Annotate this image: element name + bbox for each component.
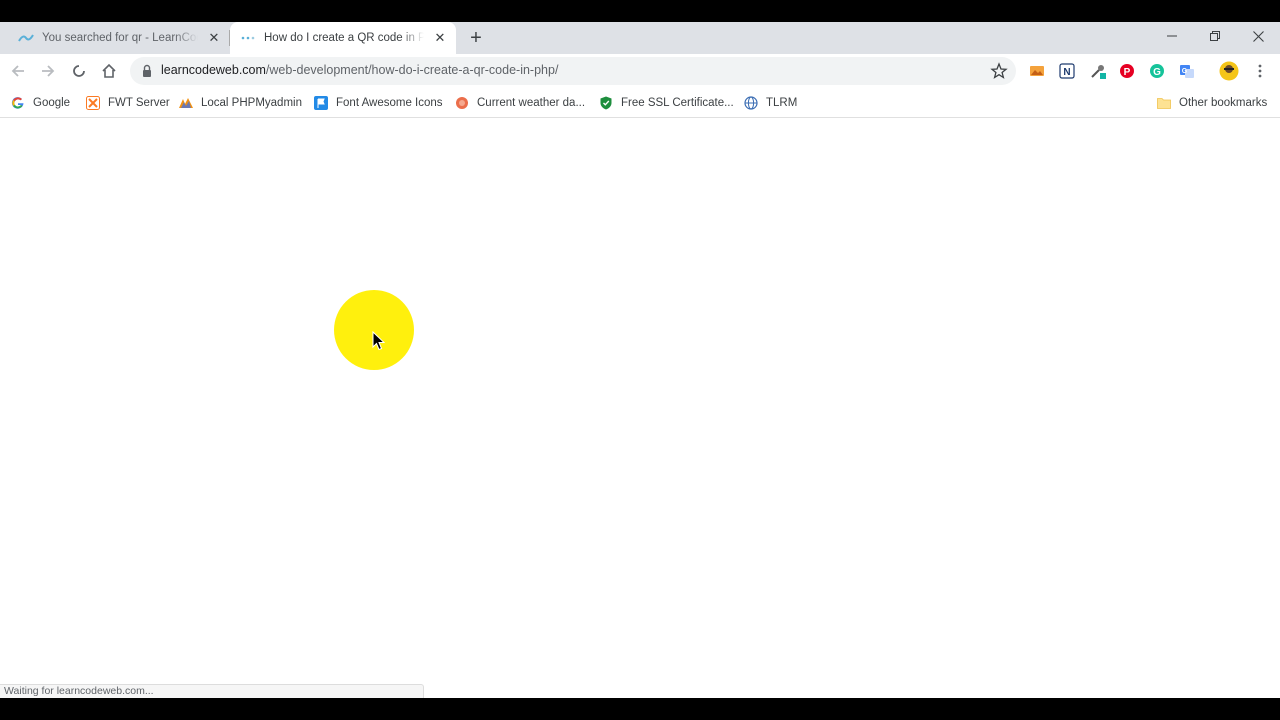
svg-text:N: N	[1063, 67, 1070, 78]
tab-strip: You searched for qr - LearnCodeWeb ✕ How…	[0, 22, 1280, 54]
weather-icon	[454, 95, 470, 111]
stop-loading-icon[interactable]	[67, 59, 91, 83]
shield-icon	[598, 95, 614, 111]
tab-search-results[interactable]: You searched for qr - LearnCodeWeb ✕	[8, 22, 230, 54]
svg-text:G: G	[1153, 67, 1161, 78]
bookmarks-bar: Google FWT Server Local PHPMyadmin Font …	[0, 88, 1280, 118]
close-icon[interactable]: ✕	[432, 30, 448, 46]
restore-icon[interactable]	[1193, 22, 1237, 50]
learncodeweb-favicon-icon	[18, 30, 34, 46]
mouse-cursor-icon	[372, 331, 386, 351]
browser-window: You searched for qr - LearnCodeWeb ✕ How…	[0, 22, 1280, 698]
bookmark-google[interactable]: Google	[10, 94, 70, 112]
address-bar[interactable]: learncodeweb.com/web-development/how-do-…	[130, 57, 1016, 85]
loading-favicon-icon	[240, 30, 256, 46]
phpmyadmin-icon	[178, 95, 194, 111]
window-close-icon[interactable]	[1236, 22, 1280, 50]
bookmark-star-icon[interactable]	[990, 62, 1008, 80]
translate-icon[interactable]: G	[1177, 61, 1197, 81]
bookmark-label: Google	[33, 97, 71, 109]
profile-avatar-icon[interactable]	[1219, 61, 1239, 81]
screen: You searched for qr - LearnCodeWeb ✕ How…	[0, 0, 1280, 720]
eyedropper-extension-icon[interactable]	[1088, 61, 1108, 81]
flag-icon	[313, 95, 329, 111]
folder-icon	[1156, 95, 1172, 111]
n-extension-icon[interactable]: N	[1057, 61, 1077, 81]
minimize-icon[interactable]	[1150, 22, 1194, 50]
bookmark-label: Free SSL Certificate...	[621, 97, 734, 109]
new-tab-icon[interactable]: +	[466, 27, 486, 49]
url-text[interactable]: learncodeweb.com/web-development/how-do-…	[161, 63, 558, 77]
back-arrow-icon[interactable]	[6, 59, 30, 83]
bookmark-local-phpmyadmin[interactable]: Local PHPMyadmin	[178, 94, 302, 112]
bookmark-font-awesome[interactable]: Font Awesome Icons	[313, 94, 443, 112]
svg-text:G: G	[1182, 68, 1188, 75]
page-content[interactable]: Waiting for learncodeweb.com...	[0, 119, 1280, 698]
xampp-icon	[85, 95, 101, 111]
image-extension-icon[interactable]	[1027, 61, 1047, 81]
bookmark-label: TLRM	[766, 97, 798, 109]
tab-title: How do I create a QR code in PHP	[264, 32, 424, 44]
url-path: /web-development/how-do-i-create-a-qr-co…	[265, 63, 559, 77]
url-host: learncodeweb.com	[161, 63, 266, 77]
bookmark-free-ssl[interactable]: Free SSL Certificate...	[598, 94, 734, 112]
tab-title: You searched for qr - LearnCodeWeb	[42, 32, 198, 44]
cursor-highlight	[334, 290, 414, 370]
close-icon[interactable]: ✕	[206, 30, 222, 46]
tab-qr-code-article[interactable]: How do I create a QR code in PHP ✕	[230, 22, 456, 54]
bookmark-label: Font Awesome Icons	[336, 97, 443, 109]
bookmark-label: Local PHPMyadmin	[201, 97, 302, 109]
lock-icon[interactable]	[140, 64, 154, 78]
other-bookmarks-label: Other bookmarks	[1179, 97, 1268, 109]
bookmark-label: FWT Server	[108, 97, 170, 109]
status-bubble: Waiting for learncodeweb.com...	[0, 684, 424, 698]
google-icon	[10, 95, 26, 111]
other-bookmarks[interactable]: Other bookmarks	[1156, 94, 1267, 112]
menu-dots-icon[interactable]	[1250, 61, 1270, 81]
bookmark-label: Current weather da...	[477, 97, 586, 109]
bookmark-fwt-server[interactable]: FWT Server	[85, 94, 170, 112]
globe-icon	[743, 95, 759, 111]
pinterest-icon[interactable]: P	[1117, 61, 1137, 81]
grammarly-icon[interactable]: G	[1147, 61, 1167, 81]
svg-text:P: P	[1124, 67, 1131, 78]
forward-arrow-icon[interactable]	[36, 59, 60, 83]
toolbar: learncodeweb.com/web-development/how-do-…	[0, 54, 1280, 88]
home-icon[interactable]	[97, 59, 121, 83]
bookmark-current-weather[interactable]: Current weather da...	[454, 94, 585, 112]
bookmark-tlrm[interactable]: TLRM	[743, 94, 797, 112]
